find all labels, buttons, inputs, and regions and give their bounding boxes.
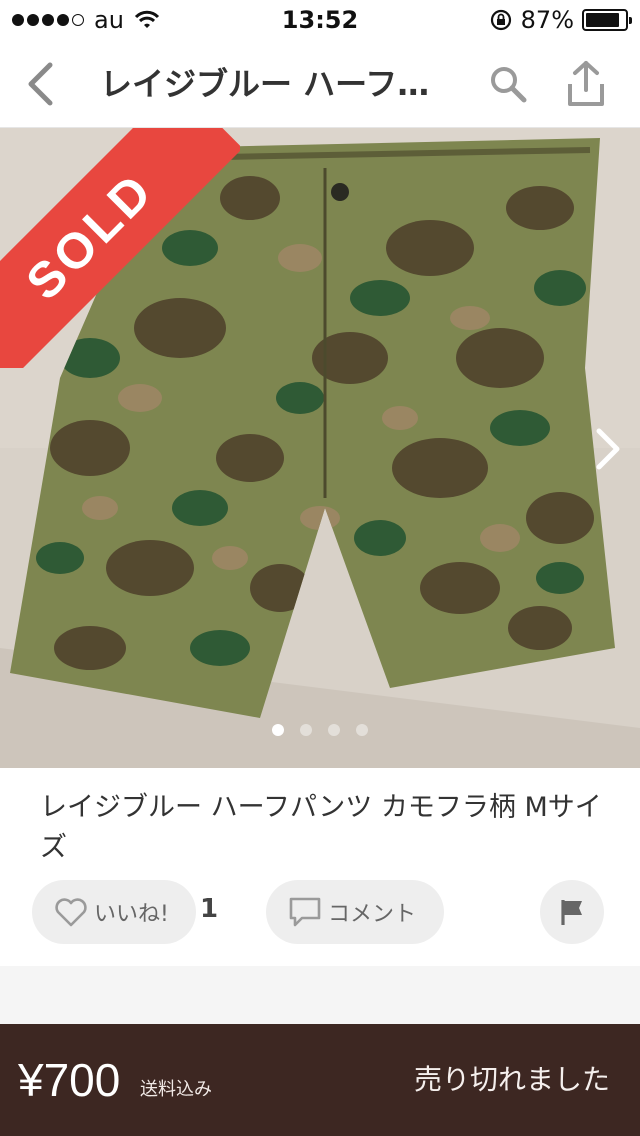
comment-icon [289, 897, 321, 927]
page-dot [300, 724, 312, 736]
like-count: 1 [200, 894, 219, 924]
page-dot [356, 724, 368, 736]
report-button[interactable] [540, 880, 604, 944]
item-detail-screen: au 13:52 87% レイジブルー ハーフ… SOLD レイジブルー ハーフ… [0, 0, 640, 1136]
like-label: いいね! [94, 902, 169, 927]
item-actions: いいね! 1 コメント [0, 880, 640, 944]
comment-button[interactable]: コメント [266, 880, 444, 944]
page-dot [272, 724, 284, 736]
carrier-signal: au [12, 6, 160, 34]
item-title: レイジブルー ハーフパンツ カモフラ柄 Mサイズ [40, 792, 602, 863]
like-button[interactable]: いいね! [32, 880, 196, 944]
item-info: レイジブルー ハーフパンツ カモフラ柄 Mサイズ いいね! 1 コメント [0, 768, 640, 966]
back-button[interactable] [18, 58, 62, 110]
shipping-note: 送料込み [140, 1079, 212, 1100]
chevron-right-icon [596, 428, 620, 470]
status-bar: au 13:52 87% [0, 0, 640, 40]
next-photo-button[interactable] [590, 424, 626, 474]
product-photo-carousel[interactable]: SOLD [0, 128, 640, 768]
search-button[interactable] [486, 62, 530, 106]
search-icon [491, 67, 527, 103]
share-icon [568, 61, 604, 106]
signal-icon [12, 14, 84, 26]
wifi-icon [134, 10, 160, 28]
battery-status: 87% [489, 6, 632, 34]
heart-icon [55, 898, 87, 927]
chevron-left-icon [28, 62, 53, 106]
price: ¥700 [18, 1054, 121, 1106]
navigation-bar: レイジブルー ハーフ… [0, 40, 640, 128]
battery-icon [582, 9, 632, 31]
orientation-lock-icon [490, 9, 511, 31]
battery-percent: 87% [520, 6, 574, 34]
photo-page-indicator [0, 724, 640, 736]
carrier-label: au [94, 6, 124, 34]
page-title: レイジブルー ハーフ… [100, 65, 430, 103]
page-dot [328, 724, 340, 736]
sold-out-status: 売り切れました [413, 1063, 610, 1096]
comment-label: コメント [328, 902, 417, 927]
flag-icon [561, 900, 582, 925]
product-photo [0, 128, 640, 768]
share-button[interactable] [562, 58, 610, 110]
purchase-bar: ¥700 送料込み 売り切れました [0, 1024, 640, 1136]
